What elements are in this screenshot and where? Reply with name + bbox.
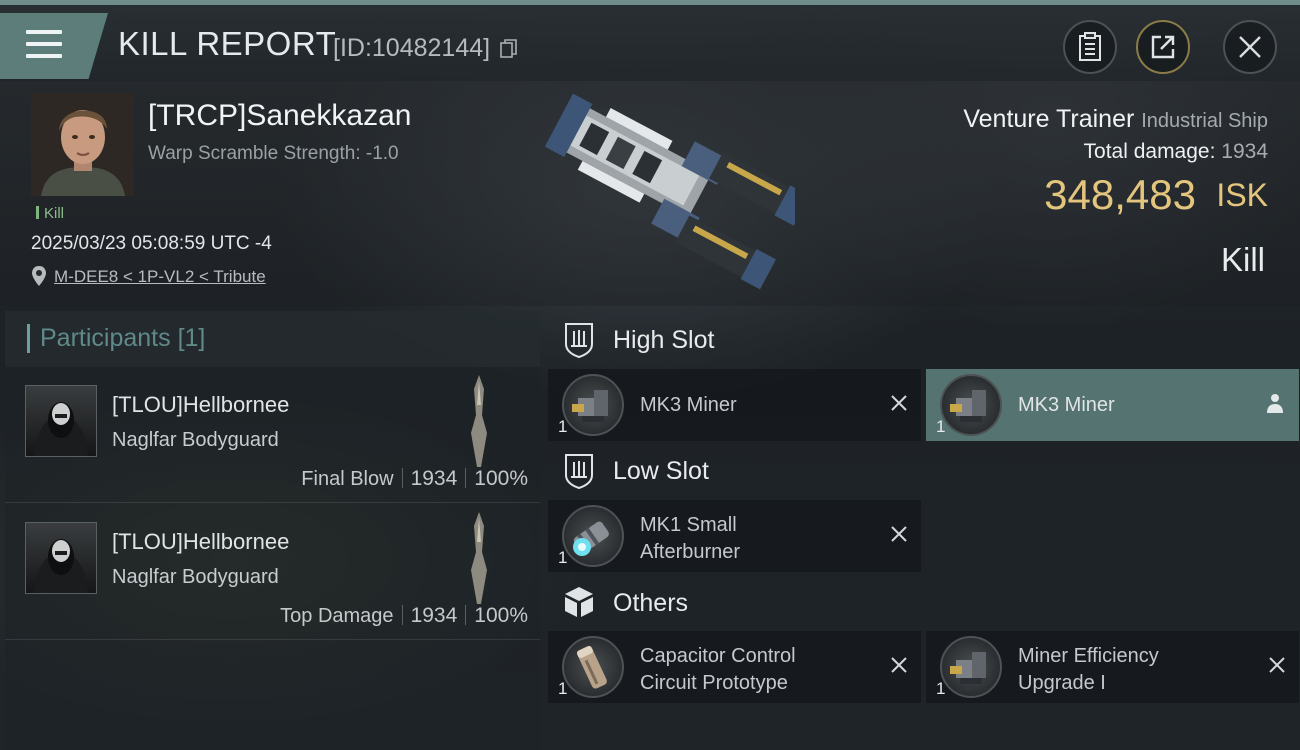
report-id: [ID:10482144]: [333, 34, 491, 62]
module-name: MK1 Small Afterburner: [640, 514, 741, 563]
participant-ship: Naglfar Bodyguard: [112, 566, 279, 588]
isk-value: 348,483: [1044, 171, 1196, 218]
participant-damage: 1934: [410, 604, 458, 627]
miner-icon: [562, 374, 624, 436]
participant-damage: 1934: [410, 467, 458, 490]
participant-ship: Naglfar Bodyguard: [112, 429, 279, 451]
header-bar: KILL REPORT [ID:10482144]: [0, 5, 1300, 81]
kill-datetime: 2025/03/23 05:08:59 UTC -4: [31, 233, 272, 254]
module-slot-dropped[interactable]: 1 MK3 Miner: [926, 369, 1299, 441]
ship-name: Venture Trainer Industrial Ship: [963, 105, 1268, 133]
participant-stats: Top Damage 1934 100%: [280, 604, 528, 628]
participant-row[interactable]: [TLOU]Hellbornee Naglfar Bodyguard Top D…: [5, 504, 540, 640]
participant-row[interactable]: [TLOU]Hellbornee Naglfar Bodyguard Final…: [5, 367, 540, 503]
destroyed-icon: [891, 526, 907, 542]
participants-title: Participants [1]: [27, 324, 205, 353]
page-title: KILL REPORT: [118, 25, 337, 62]
share-icon: [1151, 35, 1175, 59]
participant-role: Top Damage: [280, 605, 394, 627]
clipboard-button[interactable]: [1063, 20, 1117, 74]
clipboard-icon: [1079, 32, 1101, 61]
total-damage: Total damage: 1934: [1083, 140, 1268, 163]
module-quantity: 1: [558, 679, 568, 698]
low-slot-label: Low Slot: [613, 457, 709, 485]
destroyed-icon: [891, 395, 907, 411]
module-quantity: 1: [936, 679, 946, 698]
menu-button[interactable]: [0, 13, 108, 79]
low-slot-header: Low Slot: [548, 442, 1300, 500]
high-slot-label: High Slot: [613, 326, 715, 354]
participant-ship-image: [471, 512, 487, 604]
result-label: Kill: [1220, 241, 1265, 278]
participants-header: Participants [1]: [5, 311, 540, 367]
menu-icon: [26, 30, 62, 34]
person-icon: [1267, 394, 1283, 413]
share-button[interactable]: [1136, 20, 1190, 74]
others-header: Others: [548, 574, 1300, 632]
warp-scramble-strength: Warp Scramble Strength: -1.0: [148, 143, 399, 164]
miner-icon: [940, 374, 1002, 436]
location-link[interactable]: M-DEE8 < 1P-VL2 < Tribute: [54, 267, 266, 287]
miner-upgrade-icon: [940, 636, 1002, 698]
participant-ship-image: [471, 375, 487, 467]
participant-percent: 100%: [474, 604, 528, 627]
module-name: MK3 Miner: [1018, 394, 1115, 416]
location-pin-icon: [32, 266, 46, 286]
destroyed-icon: [1269, 657, 1285, 673]
module-quantity: 1: [936, 417, 946, 436]
victim-portrait[interactable]: [31, 93, 134, 196]
kill-tag: Kill: [36, 205, 64, 222]
isk-unit: ISK: [1216, 177, 1268, 213]
victim-panel: [TRCP]Sanekkazan Warp Scramble Strength:…: [0, 81, 1300, 306]
low-slot-icon: [565, 454, 593, 489]
copy-icon[interactable]: [500, 39, 518, 59]
high-slot-header: High Slot: [548, 311, 1300, 369]
victim-name[interactable]: [TRCP]Sanekkazan: [148, 99, 411, 133]
afterburner-icon: [562, 505, 624, 567]
module-quantity: 1: [558, 417, 568, 436]
box-icon: [565, 587, 593, 617]
capacitor-icon: [562, 636, 624, 698]
module-slot[interactable]: 1 MK3 Miner: [548, 369, 921, 441]
module-quantity: 1: [558, 548, 568, 567]
ship-image: [544, 93, 795, 290]
participant-avatar: [25, 385, 97, 457]
module-name: Capacitor Control Circuit Prototype: [640, 645, 796, 694]
ship-class: Industrial Ship: [1141, 110, 1268, 132]
participant-name[interactable]: [TLOU]Hellbornee: [112, 529, 289, 555]
participants-panel: Participants [1] [TLOU]Hellbornee Naglfa…: [5, 311, 540, 750]
participant-name[interactable]: [TLOU]Hellbornee: [112, 392, 289, 418]
destroyed-icon: [891, 657, 907, 673]
module-name: MK3 Miner: [640, 394, 737, 416]
high-slot-icon: [565, 323, 593, 358]
participant-stats: Final Blow 1934 100%: [301, 467, 528, 491]
module-slot[interactable]: 1 Capacitor Control Circuit Prototype: [548, 631, 921, 703]
others-label: Others: [613, 589, 689, 617]
participant-role: Final Blow: [301, 468, 394, 490]
close-icon: [1239, 36, 1261, 58]
module-name: Miner Efficiency Upgrade I: [1018, 645, 1159, 694]
close-button[interactable]: [1223, 20, 1277, 74]
module-slot[interactable]: 1 Miner Efficiency Upgrade I: [926, 631, 1299, 703]
participant-avatar: [25, 522, 97, 594]
module-slot[interactable]: 1 MK1 Small Afterburner: [548, 500, 921, 572]
participant-percent: 100%: [474, 467, 528, 490]
